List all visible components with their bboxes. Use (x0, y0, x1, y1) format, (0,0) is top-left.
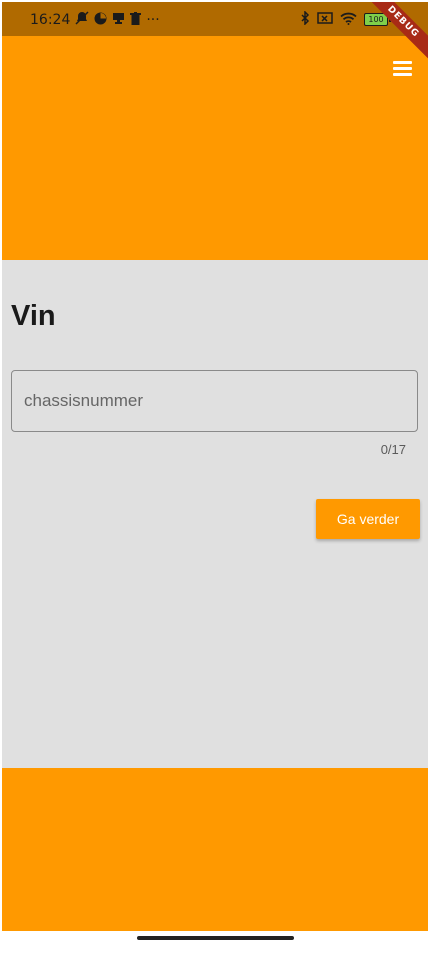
sim-card-icon (317, 12, 333, 27)
monitor-icon (112, 12, 125, 29)
app-screen: 16:24 ··· 100 DEBUG Vin chassisnummer 0/… (2, 2, 428, 931)
pie-chart-icon (94, 12, 107, 29)
continue-button[interactable]: Ga verder (316, 499, 420, 539)
battery-level: 100 (368, 15, 384, 24)
phone-screen: 16:24 ··· 100 DEBUG Vin chassisnummer 0/… (0, 0, 430, 953)
status-time: 16:24 (30, 12, 71, 28)
muted-notification-icon (75, 11, 89, 29)
status-overflow-indicator: ··· (146, 12, 160, 28)
trash-icon (130, 11, 142, 29)
page-title: Vin (11, 300, 56, 332)
hamburger-menu-icon[interactable] (391, 58, 415, 78)
status-bar: 16:24 ··· 100 (2, 2, 428, 36)
bluetooth-icon (300, 10, 310, 28)
app-header (2, 36, 428, 260)
status-bar-right: 100 (300, 10, 391, 28)
wifi-icon (340, 12, 357, 28)
vin-input[interactable] (11, 370, 418, 432)
gesture-navigation-handle[interactable] (137, 936, 294, 940)
character-counter: 0/17 (380, 442, 406, 457)
status-bar-left: 16:24 ··· (30, 11, 160, 29)
main-content: Vin 0/17 Ga verder (2, 260, 428, 768)
app-footer (2, 768, 428, 931)
